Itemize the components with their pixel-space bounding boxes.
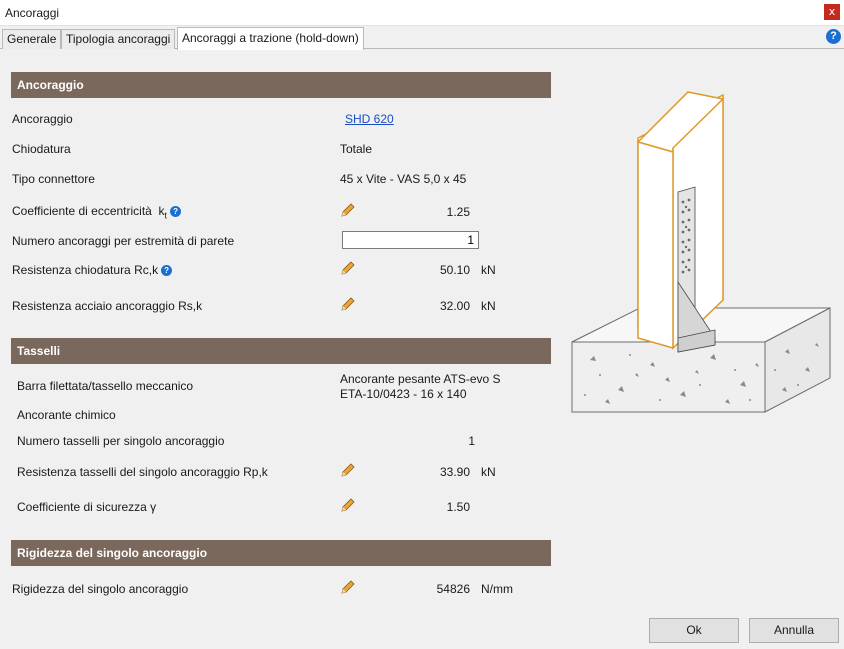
barra-value-line2: ETA-10/0423 - 16 x 140 xyxy=(340,387,467,401)
pencil-icon[interactable] xyxy=(340,296,356,312)
numero-tasselli-label: Numero tasselli per singolo ancoraggio xyxy=(17,434,225,448)
pencil-icon[interactable] xyxy=(340,579,356,595)
tab-bar: Generale Tipologia ancoraggi Ancoraggi a… xyxy=(0,27,844,50)
resistenza-chiodatura-unit: kN xyxy=(481,263,496,277)
resistenza-tasselli-value: 33.90 xyxy=(439,465,470,479)
section-header-ancoraggio: Ancoraggio xyxy=(11,72,551,98)
ancoraggio-link[interactable]: SHD 620 xyxy=(345,112,394,126)
title-bar: Ancoraggi x xyxy=(0,0,844,26)
section-header-tasselli: Tasselli xyxy=(11,338,551,364)
rigidezza-label: Rigidezza del singolo ancoraggio xyxy=(12,582,189,596)
cancel-button[interactable]: Annulla xyxy=(749,618,839,643)
resistenza-chiodatura-value: 50.10 xyxy=(439,263,470,277)
rigidezza-value: 54826 xyxy=(436,582,470,596)
hold-down-illustration xyxy=(571,91,831,413)
numero-ancoraggi-label: Numero ancoraggi per estremità di parete xyxy=(12,234,235,248)
coeff-eccentricita-value: 1.25 xyxy=(446,205,470,219)
section-header-rigidezza: Rigidezza del singolo ancoraggio xyxy=(11,540,551,566)
ok-button[interactable]: Ok xyxy=(649,618,739,643)
resistenza-acciaio-label: Resistenza acciaio ancoraggio Rs,k xyxy=(12,299,203,313)
tipo-connettore-label: Tipo connettore xyxy=(12,172,95,186)
coeff-sicurezza-value: 1.50 xyxy=(446,500,470,514)
help-icon[interactable]: ? xyxy=(826,29,841,44)
window-title: Ancoraggi xyxy=(5,6,60,20)
question-circle-icon[interactable]: ? xyxy=(170,206,182,217)
rigidezza-unit: N/mm xyxy=(481,582,513,596)
resistenza-acciaio-unit: kN xyxy=(481,299,496,313)
pencil-icon[interactable] xyxy=(340,497,356,513)
coeff-sicurezza-label: Coefficiente di sicurezza γ xyxy=(17,500,157,514)
resistenza-tasselli-label: Resistenza tasselli del singolo ancoragg… xyxy=(17,465,268,479)
numero-tasselli-value: 1 xyxy=(468,434,475,448)
coeff-eccentricita-text: Coefficiente di eccentricità xyxy=(12,204,152,218)
pencil-icon[interactable] xyxy=(340,202,356,218)
tab-generale[interactable]: Generale xyxy=(2,29,62,49)
resistenza-tasselli-unit: kN xyxy=(481,465,496,479)
numero-ancoraggi-input[interactable] xyxy=(342,231,479,249)
tab-ancoraggi-trazione[interactable]: Ancoraggi a trazione (hold-down) xyxy=(177,27,364,50)
chiodatura-value: Totale xyxy=(340,142,373,156)
ancoraggio-label: Ancoraggio xyxy=(12,112,73,126)
resistenza-chiodatura-text: Resistenza chiodatura Rc,k xyxy=(12,263,159,277)
chiodatura-label: Chiodatura xyxy=(12,142,71,156)
tipo-connettore-value: 45 x Vite - VAS 5,0 x 45 xyxy=(340,172,467,186)
pencil-icon[interactable] xyxy=(340,462,356,478)
barra-value-line1: Ancorante pesante ATS-evo S xyxy=(340,372,501,386)
resistenza-chiodatura-label: Resistenza chiodatura Rc,k? xyxy=(12,263,173,277)
resistenza-acciaio-value: 32.00 xyxy=(439,299,470,313)
coeff-eccentricita-subscript: t xyxy=(164,210,168,221)
close-icon[interactable]: x xyxy=(824,4,840,20)
ancorante-chimico-label: Ancorante chimico xyxy=(17,408,116,422)
pencil-icon[interactable] xyxy=(340,260,356,276)
tab-tipologia-ancoraggi[interactable]: Tipologia ancoraggi xyxy=(61,29,176,49)
barra-label: Barra filettata/tassello meccanico xyxy=(17,379,194,393)
question-circle-icon[interactable]: ? xyxy=(161,265,173,276)
coeff-eccentricita-label: Coefficiente di eccentricità kt? xyxy=(12,204,182,221)
